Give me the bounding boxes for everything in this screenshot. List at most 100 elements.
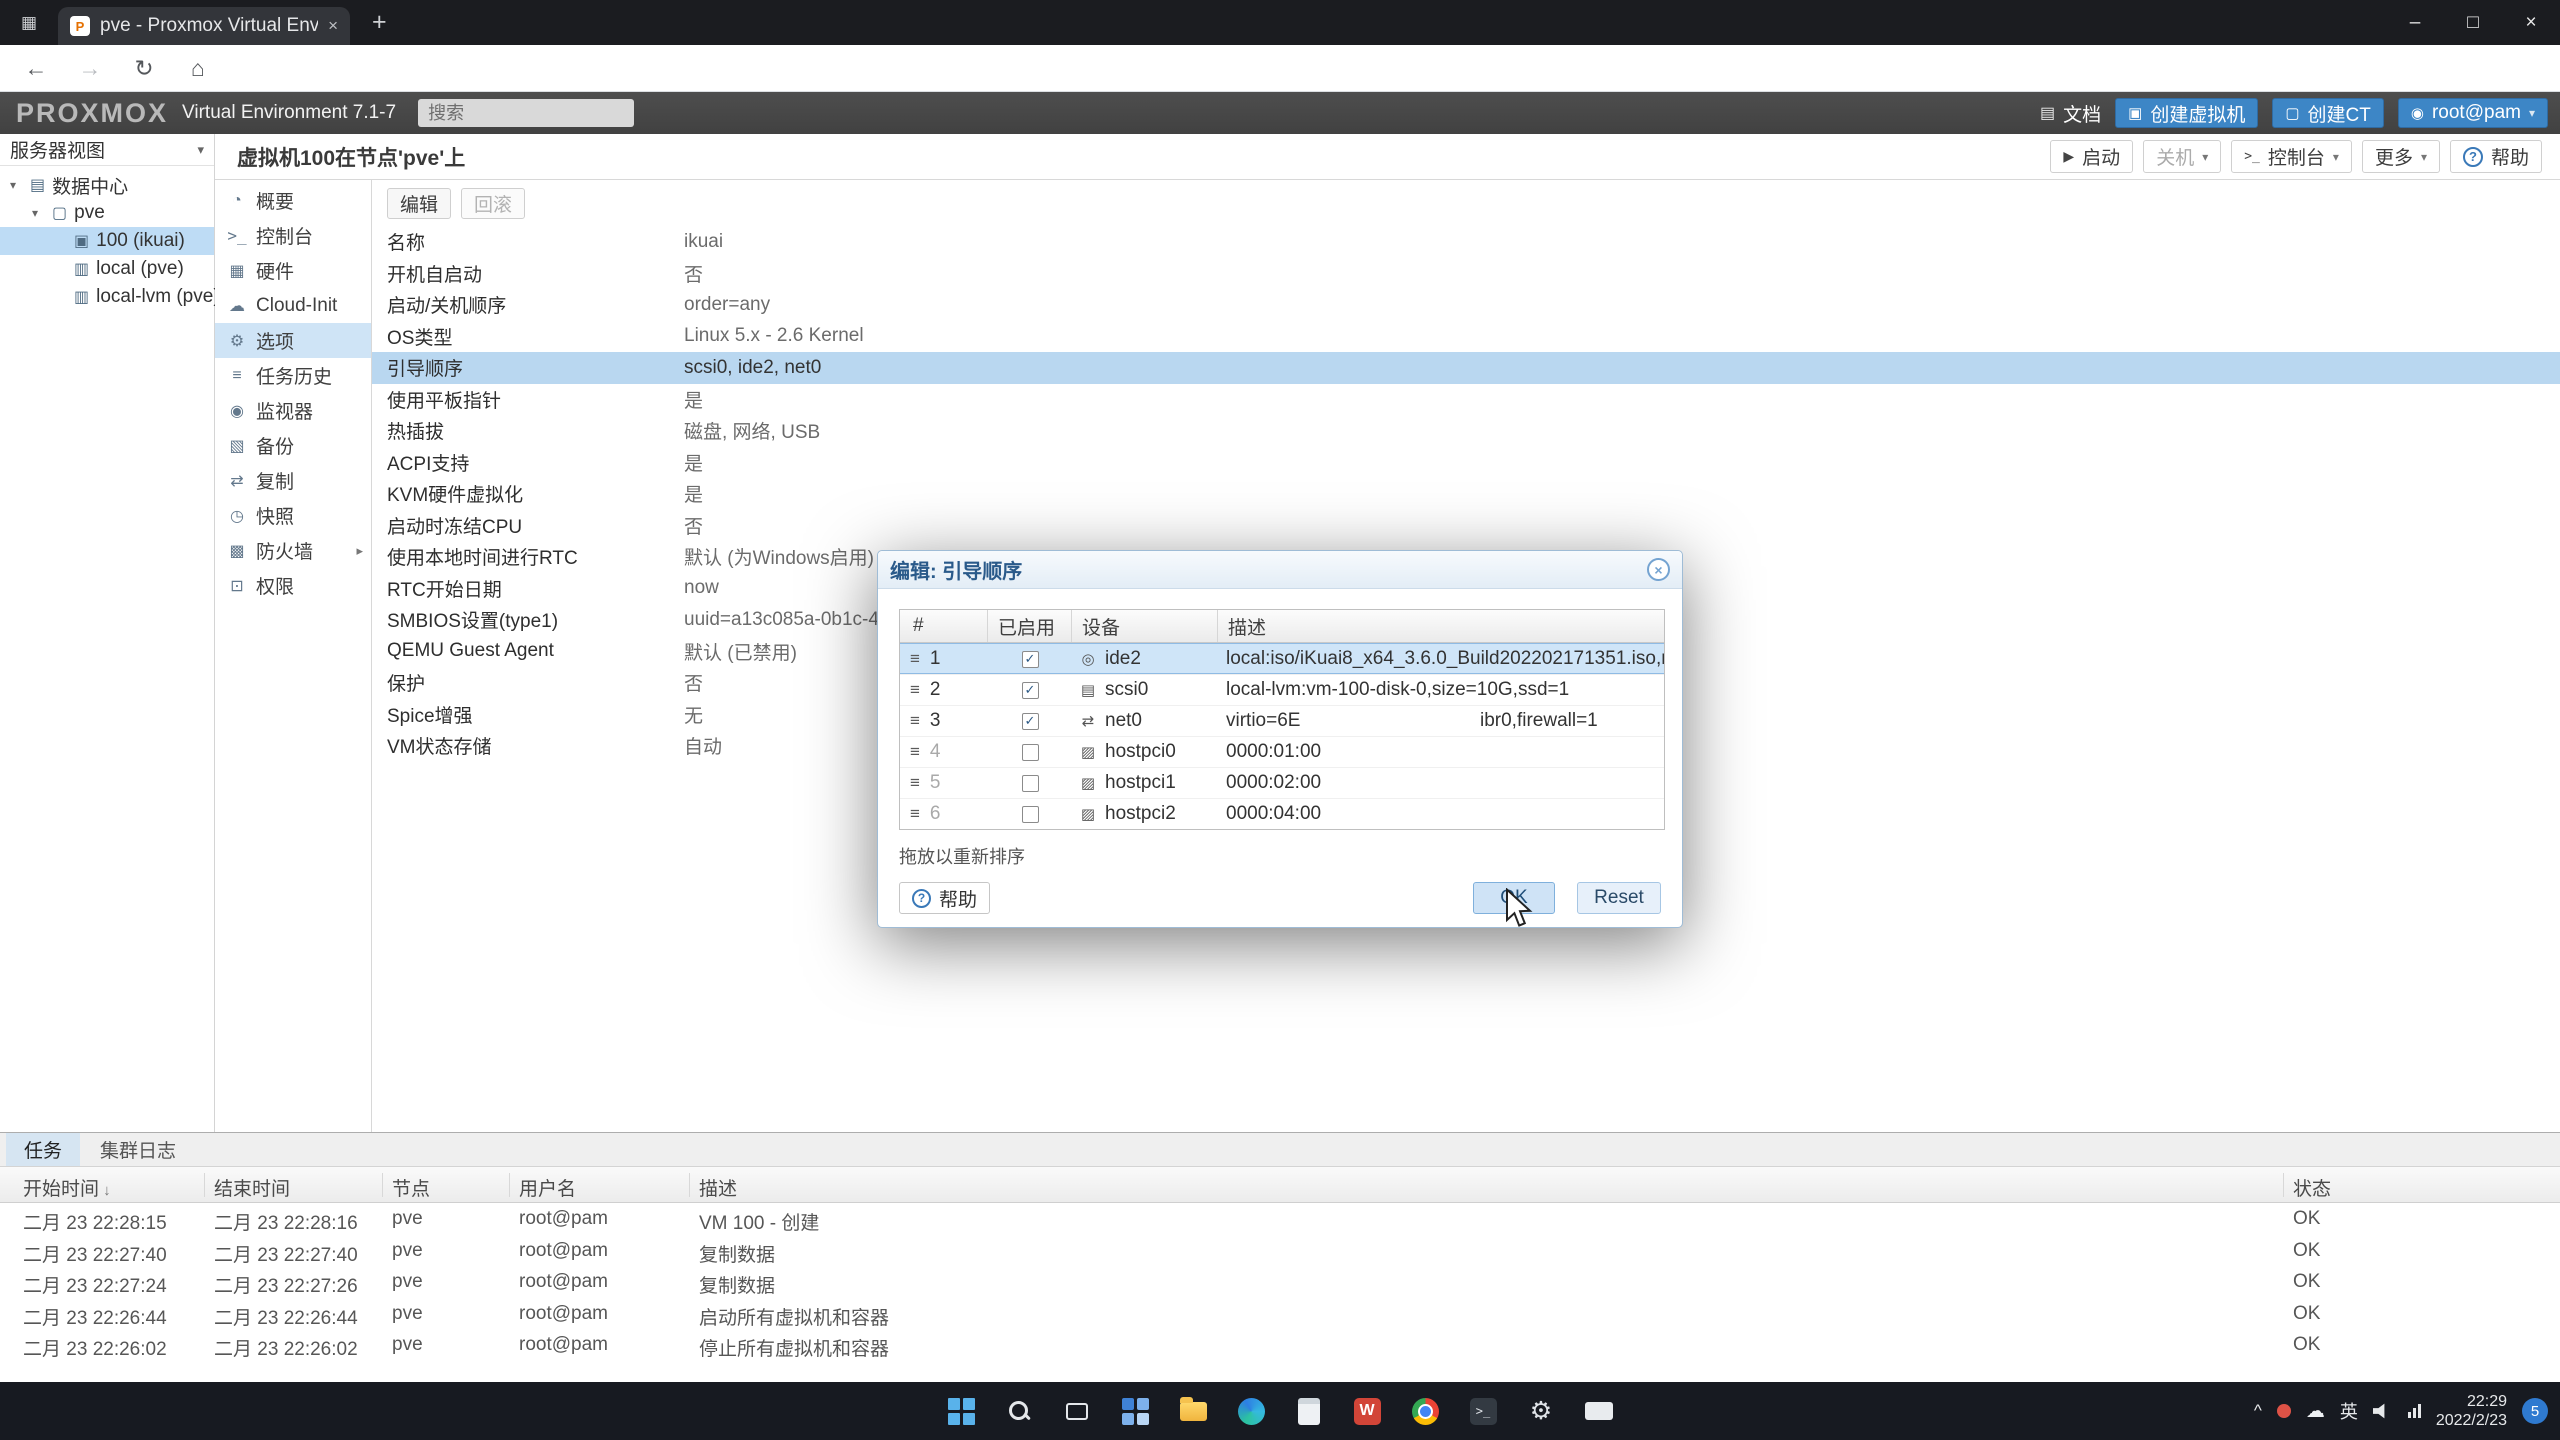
taskbar-icon-settings[interactable]: ⚙ xyxy=(1518,1388,1564,1434)
taskbar-icon-task-view[interactable] xyxy=(1054,1388,1100,1434)
cloud-icon[interactable]: ☁ xyxy=(2306,1400,2325,1423)
notification-badge[interactable]: 5 xyxy=(2522,1398,2548,1424)
tree-item[interactable]: ▾▢pve xyxy=(0,199,214,227)
header-search-input[interactable] xyxy=(418,99,634,127)
window-close-button[interactable]: × xyxy=(2502,0,2560,45)
tree-item[interactable]: ▥local-lvm (pve) xyxy=(0,283,214,311)
documentation-button[interactable]: ▤文档 xyxy=(2040,100,2101,127)
enabled-checkbox[interactable]: ✓ xyxy=(1022,713,1039,730)
tab-tasks[interactable]: 任务 xyxy=(6,1133,80,1166)
option-row[interactable]: OS类型Linux 5.x - 2.6 Kernel xyxy=(372,321,2560,353)
vm-menu-item-backup[interactable]: ▧备份 xyxy=(215,428,371,463)
drag-handle-icon[interactable]: ≡ xyxy=(910,711,920,731)
dialog-header[interactable]: 编辑: 引导顺序 × xyxy=(878,551,1682,589)
boot-entry-row[interactable]: ≡2✓▤scsi0local-lvm:vm-100-disk-0,size=10… xyxy=(900,674,1664,705)
view-selector[interactable]: 服务器视图 ▾ xyxy=(0,134,214,166)
vm-menu-item-replication[interactable]: ⇄复制 xyxy=(215,463,371,498)
create-ct-button[interactable]: ▢创建CT xyxy=(2272,98,2384,128)
taskbar-icon-widgets[interactable] xyxy=(1112,1388,1158,1434)
task-row[interactable]: 二月 23 22:26:02二月 23 22:26:02pveroot@pam停… xyxy=(0,1329,2560,1361)
taskbar-icon-search[interactable] xyxy=(996,1388,1042,1434)
taskbar-icon-file-explorer[interactable] xyxy=(1170,1388,1216,1434)
tree-item[interactable]: ▥local (pve) xyxy=(0,255,214,283)
taskbar-icon-notepad[interactable] xyxy=(1286,1388,1332,1434)
grid-column-header[interactable]: # xyxy=(900,610,988,642)
dialog-close-icon[interactable]: × xyxy=(1647,558,1670,581)
window-maximize-button[interactable]: □ xyxy=(2444,0,2502,45)
taskbar-icon-terminal[interactable]: >_ xyxy=(1460,1388,1506,1434)
drag-handle-icon[interactable]: ≡ xyxy=(910,649,920,669)
option-row[interactable]: 启动/关机顺序order=any xyxy=(372,289,2560,321)
option-row[interactable]: 开机自启动否 xyxy=(372,258,2560,290)
option-row[interactable]: 热插拔磁盘, 网络, USB xyxy=(372,415,2560,447)
network-icon[interactable] xyxy=(2408,1404,2421,1418)
taskbar-icon-start[interactable] xyxy=(938,1388,984,1434)
home-button[interactable]: ⌂ xyxy=(178,48,218,88)
task-row[interactable]: 二月 23 22:27:40二月 23 22:27:40pveroot@pam复… xyxy=(0,1235,2560,1267)
option-row[interactable]: KVM硬件虚拟化是 xyxy=(372,478,2560,510)
vm-menu-item-snapshots[interactable]: ◷快照 xyxy=(215,498,371,533)
expand-caret-icon[interactable]: ▾ xyxy=(10,178,23,192)
grid-column-header[interactable]: 已启用 xyxy=(988,610,1072,642)
taskbar-icon-edge[interactable] xyxy=(1228,1388,1274,1434)
task-column-header[interactable]: 描述 xyxy=(699,1174,737,1201)
task-row[interactable]: 二月 23 22:26:44二月 23 22:26:44pveroot@pam启… xyxy=(0,1298,2560,1330)
vm-menu-item-options[interactable]: ⚙选项 xyxy=(215,323,371,358)
vm-menu-item-permissions[interactable]: ⊡权限 xyxy=(215,568,371,603)
boot-entry-row[interactable]: ≡3✓⇄net0virtio=6Eibr0,firewall=1 xyxy=(900,705,1664,736)
vm-menu-item-summary[interactable]: ◔概要 xyxy=(215,183,371,218)
toolbar-button-help[interactable]: ?帮助 xyxy=(2450,140,2542,173)
toolbar-button-start[interactable]: ▶启动 xyxy=(2050,140,2133,173)
vm-menu-item-monitor[interactable]: ◉监视器 xyxy=(215,393,371,428)
vm-menu-item-task-history[interactable]: ≡任务历史 xyxy=(215,358,371,393)
help-button[interactable]: ?帮助 xyxy=(899,882,990,914)
taskbar-icon-chrome[interactable] xyxy=(1402,1388,1448,1434)
enabled-checkbox[interactable] xyxy=(1022,744,1039,761)
boot-entry-row[interactable]: ≡4▨hostpci00000:01:00 xyxy=(900,736,1664,767)
drag-handle-icon[interactable]: ≡ xyxy=(910,773,920,793)
tray-expand-icon[interactable]: ^ xyxy=(2254,1401,2262,1421)
vm-menu-item-firewall[interactable]: ▩防火墙▸ xyxy=(215,533,371,568)
toolbar-button-shutdown[interactable]: 关机▾ xyxy=(2143,140,2221,173)
reset-button[interactable]: Reset xyxy=(1577,882,1661,914)
task-column-header[interactable]: 状态 xyxy=(2293,1174,2331,1201)
create-vm-button[interactable]: ▣创建虚拟机 xyxy=(2115,98,2258,128)
option-row[interactable]: ACPI支持是 xyxy=(372,447,2560,479)
option-row[interactable]: 使用平板指针是 xyxy=(372,384,2560,416)
grid-column-header[interactable]: 设备 xyxy=(1072,610,1218,642)
browser-tab[interactable]: P pve - Proxmox Virtual Environme × xyxy=(58,7,350,45)
task-row[interactable]: 二月 23 22:28:15二月 23 22:28:16pveroot@pamV… xyxy=(0,1203,2560,1235)
taskbar-icon-touch-keyboard[interactable] xyxy=(1576,1388,1622,1434)
taskbar-icon-wps-office[interactable]: W xyxy=(1344,1388,1390,1434)
enabled-checkbox[interactable] xyxy=(1022,775,1039,792)
drag-handle-icon[interactable]: ≡ xyxy=(910,742,920,762)
volume-icon[interactable] xyxy=(2373,1403,2393,1419)
window-minimize-button[interactable]: – xyxy=(2386,0,2444,45)
task-column-header[interactable]: 开始时间 ↓ xyxy=(23,1174,111,1201)
expand-caret-icon[interactable]: ▾ xyxy=(32,206,45,220)
task-column-header[interactable]: 节点 xyxy=(392,1174,430,1201)
tray-app-icon[interactable] xyxy=(2277,1404,2291,1418)
vm-menu-item-console[interactable]: >_控制台 xyxy=(215,218,371,253)
option-row[interactable]: 名称ikuai xyxy=(372,226,2560,258)
tab-close-icon[interactable]: × xyxy=(328,16,338,36)
drag-handle-icon[interactable]: ≡ xyxy=(910,680,920,700)
user-menu-button[interactable]: ◉root@pam▾ xyxy=(2398,98,2548,128)
enabled-checkbox[interactable]: ✓ xyxy=(1022,651,1039,668)
edit-button[interactable]: 编辑 xyxy=(387,188,451,219)
grid-column-header[interactable]: 描述 xyxy=(1218,610,1664,642)
boot-entry-row[interactable]: ≡6▨hostpci20000:04:00 xyxy=(900,798,1664,829)
boot-entry-row[interactable]: ≡5▨hostpci10000:02:00 xyxy=(900,767,1664,798)
forward-button[interactable]: → xyxy=(70,48,110,88)
toolbar-button-console[interactable]: >_控制台▾ xyxy=(2231,140,2352,173)
option-row[interactable]: 启动时冻结CPU否 xyxy=(372,510,2560,542)
tree-item[interactable]: ▾▤数据中心 xyxy=(0,171,214,199)
enabled-checkbox[interactable] xyxy=(1022,806,1039,823)
task-row[interactable]: 二月 23 22:27:24二月 23 22:27:26pveroot@pam复… xyxy=(0,1266,2560,1298)
revert-button[interactable]: 回滚 xyxy=(461,188,525,219)
vm-menu-item-cloud-init[interactable]: ☁Cloud-Init xyxy=(215,288,371,323)
task-column-header[interactable]: 用户名 xyxy=(519,1174,576,1201)
ime-indicator[interactable]: 英 xyxy=(2340,1398,2358,1424)
clock[interactable]: 22:292022/2/23 xyxy=(2436,1392,2507,1430)
tab-actions-icon[interactable]: ▦ xyxy=(14,8,44,38)
